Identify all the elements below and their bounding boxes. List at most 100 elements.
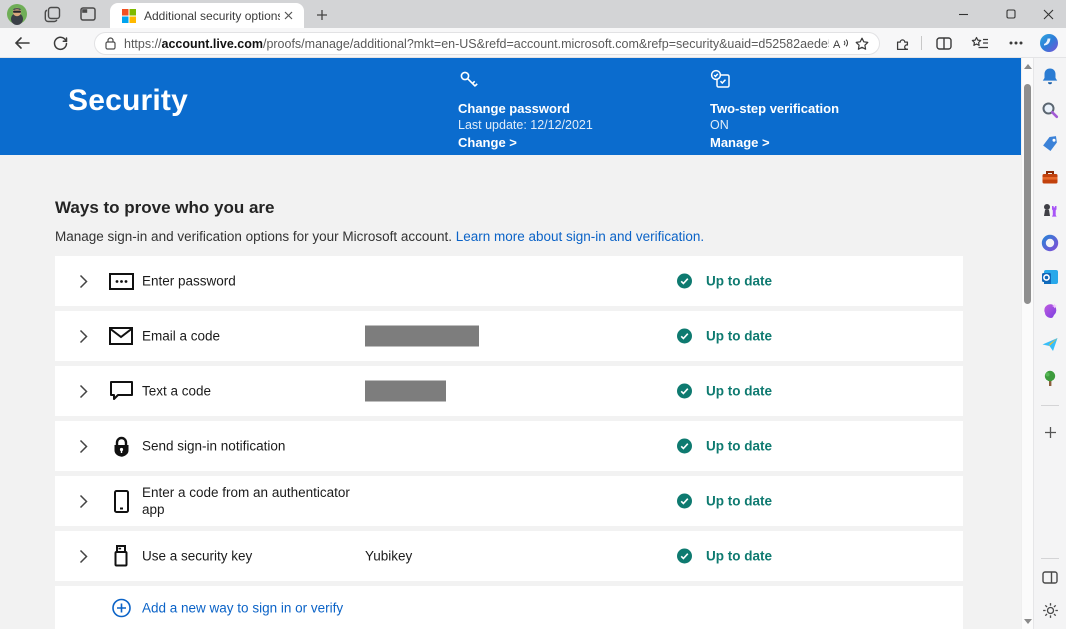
notifications-button[interactable] bbox=[1038, 64, 1062, 88]
method-label: Enter a code from an authenticator app bbox=[142, 484, 354, 518]
method-row-signin-notification[interactable]: Send sign-in notification Up to date bbox=[55, 421, 963, 471]
security-key-value: Yubikey bbox=[365, 549, 412, 564]
plus-icon bbox=[316, 9, 328, 21]
two-step-status: ON bbox=[710, 118, 940, 132]
page-content: Security Change password Last update: 12… bbox=[0, 58, 1021, 629]
toolbox-icon bbox=[1041, 169, 1059, 185]
method-row-security-key[interactable]: Use a security key Yubikey Up to date bbox=[55, 531, 963, 581]
method-row-email-code[interactable]: Email a code Up to date bbox=[55, 311, 963, 361]
tools-button[interactable] bbox=[1038, 165, 1062, 189]
split-screen-button[interactable] bbox=[932, 32, 956, 54]
minimize-button[interactable] bbox=[943, 0, 983, 28]
url-text: https://account.live.com/proofs/manage/a… bbox=[124, 37, 829, 51]
tab-close-button[interactable] bbox=[280, 8, 296, 24]
edge-sidebar bbox=[1033, 58, 1066, 629]
method-label: Enter password bbox=[142, 273, 236, 290]
section-description: Manage sign-in and verification options … bbox=[55, 229, 704, 244]
change-password-heading: Change password bbox=[458, 101, 688, 116]
favorites-button[interactable] bbox=[968, 32, 992, 54]
refresh-button[interactable] bbox=[48, 32, 72, 54]
lock-icon[interactable] bbox=[105, 37, 116, 50]
page-title: Security bbox=[68, 84, 188, 118]
address-bar[interactable]: https://account.live.com/proofs/manage/a… bbox=[94, 32, 880, 55]
method-row-enter-password[interactable]: Enter password Up to date bbox=[55, 256, 963, 306]
tree-icon bbox=[1042, 369, 1058, 387]
etree-button[interactable] bbox=[1038, 366, 1062, 390]
avatar-icon bbox=[6, 3, 28, 25]
extensions-icon bbox=[894, 35, 911, 52]
extensions-button[interactable] bbox=[890, 32, 914, 54]
shopping-button[interactable] bbox=[1038, 131, 1062, 155]
settings-more-button[interactable] bbox=[1004, 32, 1028, 54]
status-badge: Up to date bbox=[677, 494, 772, 509]
expand-chevron-icon[interactable] bbox=[79, 548, 91, 564]
paint-splash-icon bbox=[1041, 301, 1059, 319]
sidebar-search-button[interactable] bbox=[1038, 98, 1062, 122]
add-method-row[interactable]: Add a new way to sign in or verify bbox=[55, 586, 963, 629]
check-circle-icon bbox=[677, 329, 692, 344]
email-icon bbox=[108, 323, 134, 349]
check-circle-icon bbox=[677, 549, 692, 564]
method-row-authenticator-app[interactable]: Enter a code from an authenticator app U… bbox=[55, 476, 963, 526]
favorite-star-button[interactable] bbox=[851, 34, 873, 53]
search-icon bbox=[1041, 101, 1059, 119]
back-button[interactable] bbox=[10, 32, 34, 54]
new-tab-button[interactable] bbox=[310, 5, 334, 25]
title-bar: Additional security options bbox=[0, 0, 1066, 28]
m365-ring-icon bbox=[1041, 234, 1059, 252]
method-label: Send sign-in notification bbox=[142, 438, 285, 455]
microsoft-365-button[interactable] bbox=[1038, 231, 1062, 255]
image-creator-button[interactable] bbox=[1038, 298, 1062, 322]
navigation-toolbar: https://account.live.com/proofs/manage/a… bbox=[0, 28, 1066, 58]
status-badge: Up to date bbox=[677, 274, 772, 289]
verified-badge-icon bbox=[710, 69, 734, 91]
security-header: Security Change password Last update: 12… bbox=[0, 58, 1021, 155]
close-window-button[interactable] bbox=[1031, 0, 1066, 28]
sidebar-divider bbox=[1041, 405, 1059, 406]
expand-chevron-icon[interactable] bbox=[79, 273, 91, 289]
expand-chevron-icon[interactable] bbox=[79, 438, 91, 454]
svg-text:A: A bbox=[833, 39, 841, 50]
expand-chevron-icon[interactable] bbox=[79, 383, 91, 399]
read-aloud-button[interactable]: A bbox=[829, 34, 851, 53]
active-tab[interactable]: Additional security options bbox=[110, 3, 304, 28]
expand-chevron-icon[interactable] bbox=[79, 328, 91, 344]
learn-more-link[interactable]: Learn more about sign-in and verificatio… bbox=[456, 229, 704, 244]
gear-icon bbox=[1042, 602, 1059, 619]
change-password-card: Change password Last update: 12/12/2021 … bbox=[458, 69, 688, 150]
refresh-icon bbox=[53, 36, 68, 51]
method-label: Text a code bbox=[142, 383, 211, 400]
copilot-button[interactable] bbox=[1037, 32, 1061, 54]
tab-title: Additional security options bbox=[144, 9, 280, 23]
outlook-button[interactable] bbox=[1038, 265, 1062, 289]
usb-security-key-icon bbox=[108, 543, 134, 569]
maximize-button[interactable] bbox=[991, 0, 1031, 28]
drop-button[interactable] bbox=[1038, 332, 1062, 356]
profile-avatar[interactable] bbox=[5, 3, 29, 25]
add-method-link[interactable]: Add a new way to sign in or verify bbox=[142, 601, 343, 616]
redacted-email-value bbox=[365, 326, 479, 347]
customize-sidebar-button[interactable] bbox=[1038, 420, 1062, 444]
check-circle-icon bbox=[677, 384, 692, 399]
expand-chevron-icon[interactable] bbox=[79, 493, 91, 509]
status-badge: Up to date bbox=[677, 329, 772, 344]
sidebar-panel-button[interactable] bbox=[1038, 565, 1062, 589]
scrollbar-thumb[interactable] bbox=[1024, 84, 1031, 304]
sidebar-settings-button[interactable] bbox=[1038, 598, 1062, 622]
manage-two-step-link[interactable]: Manage > bbox=[710, 135, 940, 150]
two-step-heading: Two-step verification bbox=[710, 101, 940, 116]
workspaces-button[interactable] bbox=[40, 3, 64, 25]
price-tag-icon bbox=[1041, 134, 1059, 152]
page-scrollbar[interactable] bbox=[1021, 58, 1033, 629]
method-row-text-code[interactable]: Text a code Up to date bbox=[55, 366, 963, 416]
tab-actions-button[interactable] bbox=[76, 3, 100, 25]
status-badge: Up to date bbox=[677, 549, 772, 564]
check-circle-icon bbox=[677, 494, 692, 509]
status-badge: Up to date bbox=[677, 384, 772, 399]
password-icon bbox=[108, 268, 134, 294]
ellipsis-icon bbox=[1009, 41, 1023, 45]
games-button[interactable] bbox=[1038, 198, 1062, 222]
outlook-icon bbox=[1041, 269, 1059, 285]
change-password-link[interactable]: Change > bbox=[458, 135, 688, 150]
lock-shield-icon bbox=[108, 433, 134, 459]
